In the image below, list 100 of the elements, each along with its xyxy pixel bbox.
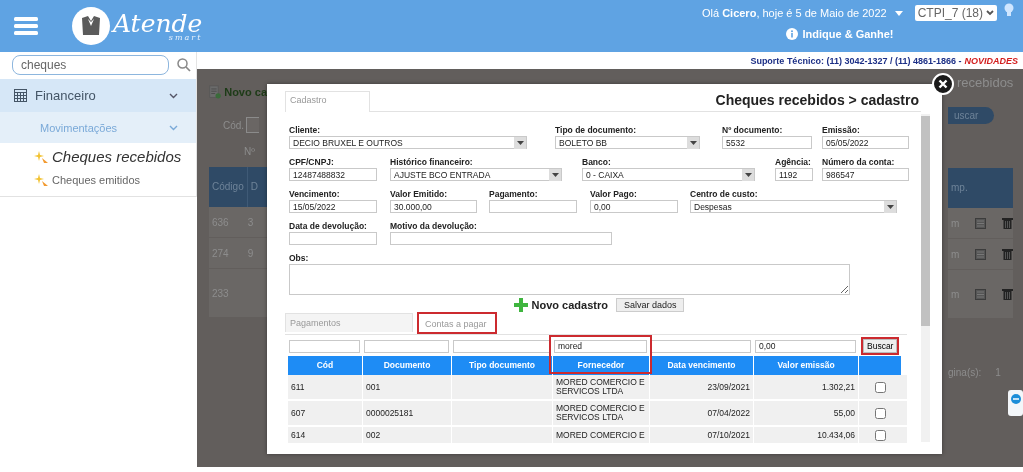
chevron-down-icon (986, 10, 994, 16)
document-icon (209, 83, 222, 101)
menu-item[interactable]: Cheques recebidos (0, 143, 196, 170)
scrollbar[interactable] (921, 114, 930, 442)
table-cell: MORED COMERCIO E SERVICOS LTDA (552, 375, 649, 399)
scrollbar-thumb[interactable] (921, 116, 930, 326)
table-cell: 07/04/2022 (649, 401, 753, 425)
field-label: CPF/CNPJ: (289, 157, 335, 168)
field-label: Banco: (582, 157, 612, 168)
dialog-title: Cheques recebidos > cadastro (715, 92, 919, 110)
search-button[interactable]: Buscar (863, 339, 898, 353)
field-label: Vencimento: (289, 189, 341, 200)
table-cell: MORED COMERCIO E (552, 427, 649, 443)
list-icon[interactable] (975, 217, 987, 229)
input-field[interactable] (489, 200, 577, 213)
trash-icon[interactable] (1002, 288, 1014, 300)
filter-field[interactable] (651, 339, 751, 353)
table-cell: 23/09/2021 (649, 375, 753, 399)
shirt-icon (72, 7, 110, 45)
column-header: mp. (950, 181, 969, 195)
table-cell: 002 (362, 427, 451, 443)
input-field[interactable] (390, 232, 612, 245)
caret-down-icon (689, 140, 697, 145)
field-label: Data de devolução: (289, 221, 368, 232)
search-field[interactable]: cheques (12, 55, 169, 75)
row-checkbox[interactable] (874, 407, 886, 419)
column-header: Cód (287, 356, 362, 375)
input-field[interactable]: 15/05/2022 (289, 200, 377, 213)
field-label: Nº documento: (722, 125, 784, 136)
field-label: Valor Emitido: (390, 189, 449, 200)
dropdown[interactable]: 0 - CAIXA (582, 168, 755, 181)
company-dropdown[interactable]: CTPI_7 (18) (914, 5, 997, 21)
chevron-down-icon (169, 92, 178, 99)
text-area[interactable] (289, 264, 850, 295)
column-header: Documento (362, 356, 451, 375)
field-label: Cliente: (289, 125, 322, 136)
input-field[interactable]: 05/05/2022 (822, 136, 909, 149)
column-header: Valor emissão (753, 356, 858, 375)
lightbulb-icon[interactable] (1003, 2, 1015, 18)
field-label: Valor Pago: (590, 189, 638, 200)
caret-down-icon (744, 172, 752, 177)
dropdown[interactable]: BOLETO BB (555, 136, 700, 149)
caret-icon[interactable] (894, 10, 903, 16)
table-cell: 607 (287, 401, 362, 425)
sparkle-icon (33, 173, 49, 187)
caret-down-icon (551, 172, 559, 177)
field-label: Agência: (775, 157, 812, 168)
list-icon[interactable] (975, 288, 987, 300)
save-button[interactable]: Salvar dados (615, 298, 685, 312)
chevron-down-icon (169, 124, 178, 131)
calculator-icon (14, 89, 27, 102)
filter-field[interactable] (364, 339, 449, 353)
input-field[interactable]: 5532 (722, 136, 812, 149)
dropdown[interactable]: DECIO BRUXEL E OUTROS (289, 136, 527, 149)
table-cell: MORED COMERCIO E SERVICOS LTDA (552, 401, 649, 425)
column-header: Data vencimento (649, 356, 753, 375)
column-header: Tipo documento (451, 356, 552, 375)
caret-down-icon (886, 204, 894, 209)
input-field[interactable]: 0,00 (590, 200, 678, 213)
table-cell: 611 (287, 375, 362, 399)
row-checkbox[interactable] (874, 429, 886, 441)
trash-icon[interactable] (1002, 248, 1014, 260)
menu-group[interactable]: Financeiro (0, 79, 196, 112)
close-icon[interactable] (932, 73, 954, 95)
new-record-button[interactable]: Novo cadastro (513, 298, 608, 312)
menu-item[interactable]: Cheques emitidos (0, 170, 196, 190)
dropdown[interactable]: Despesas (690, 200, 897, 213)
table-cell: 0000025181 (362, 401, 451, 425)
field-label: Obs: (289, 253, 310, 264)
dropdown[interactable]: AJUSTE BCO ENTRADA (390, 168, 562, 181)
input-field[interactable]: 1192 (775, 168, 813, 181)
table-cell: 001 (362, 375, 451, 399)
support-text: Suporte Técnico: (11) 3042-1327 / (11) 4861-1866 - (750, 55, 962, 66)
search-icon[interactable] (177, 58, 191, 72)
field-label: Tipo de documento: (555, 125, 638, 136)
table-cell: 1.302,21 (753, 375, 858, 399)
column-header: Código (211, 180, 245, 194)
filter-field[interactable]: mored (554, 339, 647, 353)
menu-icon[interactable] (14, 16, 38, 36)
input-field[interactable] (289, 232, 377, 245)
field-label: Motivo da devolução: (390, 221, 478, 232)
table-cell: 55,00 (753, 401, 858, 425)
row-checkbox[interactable] (874, 381, 886, 393)
filter-field[interactable] (289, 339, 360, 353)
logo-subtext: smart (168, 33, 203, 42)
filter-field[interactable]: 0,00 (755, 339, 856, 353)
field-label: Centro de custo: (690, 189, 759, 200)
input-field[interactable]: 12487488832 (289, 168, 377, 181)
info-icon (786, 28, 799, 40)
field-label: Emissão: (822, 125, 861, 136)
list-icon[interactable] (975, 248, 987, 260)
news-link[interactable]: NOVIDADES (964, 55, 1018, 66)
input-field[interactable]: 30.000,00 (390, 200, 477, 213)
input-field[interactable] (246, 117, 260, 133)
field-label: Pagamento: (489, 189, 539, 200)
input-field[interactable]: 986547 (822, 168, 909, 181)
logo-text: Atende (113, 10, 203, 36)
plus-icon (513, 298, 528, 312)
trash-icon[interactable] (1002, 217, 1014, 229)
filter-field[interactable] (453, 339, 550, 353)
